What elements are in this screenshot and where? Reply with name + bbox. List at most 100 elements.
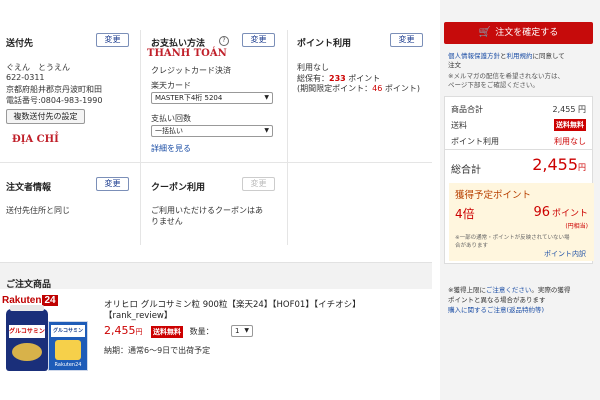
product-name-line2[interactable]: 【rank_review】 [104, 309, 172, 321]
chevron-down-icon: ▼ [244, 327, 249, 334]
card-select[interactable]: MASTER下4桁 5204 ▼ [151, 92, 273, 104]
coupon-change-button[interactable]: 変更 [242, 177, 275, 191]
points-limited: (期間限定ポイント：46 ポイント) [297, 83, 420, 94]
product-section-header: ご注文商品 [0, 262, 432, 290]
points-title: ポイント利用 [297, 39, 352, 49]
bottle-label: グルコサミン [9, 325, 45, 338]
chevron-down-icon: ▼ [264, 94, 269, 101]
box-brand: Rakuten24 [54, 362, 82, 368]
terms-link[interactable]: 利用規約 [507, 52, 533, 60]
free-shipping-badge: 送料無料 [151, 326, 184, 338]
product-price: 2,455 [104, 324, 136, 337]
installment-select-value: 一括払い [155, 127, 183, 135]
points-limited-unit: ポイント) [382, 84, 420, 93]
order-main-panel: 送付先 変更 ぐえん とうえん 622-0311 京都府船井郡京丹波町和田 電話… [0, 0, 432, 400]
confirm-order-button[interactable]: 🛒 注文を確定する [444, 22, 593, 44]
earn-points-value: 96 [533, 205, 550, 220]
total-label: 総合計 [451, 165, 481, 176]
consent-rest: に同意して [532, 52, 565, 60]
confirm-order-label: 注文を確定する [495, 28, 559, 38]
help-icon[interactable]: ? [219, 36, 229, 46]
earn-title: 獲得予定ポイント [455, 190, 532, 201]
column-divider [287, 30, 288, 245]
shipping-address: 京都府船井郡京丹波町和田 [6, 85, 102, 94]
earn-points-sub: (円相当) [565, 223, 588, 230]
multi-address-button[interactable]: 複数送付先の設定 [6, 109, 85, 124]
point-use-label: ポイント利用 [451, 137, 499, 146]
product-image[interactable]: Rakuten 24 グルコサミン グルコサミン Rakuten24 [2, 295, 90, 373]
payment-annotation: THANH TOÁN [147, 48, 227, 59]
earn-points: 96 ポイント [533, 205, 588, 220]
shipping-phone: 電話番号:0804-983-1990 [6, 96, 103, 105]
points-limited-label: (期間限定ポイント： [297, 84, 373, 93]
points-owned-label: 総保有： [297, 74, 329, 83]
bottle-cap [10, 305, 44, 311]
summary-divider [445, 149, 592, 150]
shipping-fee-value: 送料無料 [554, 119, 586, 131]
supplement-box: グルコサミン Rakuten24 [48, 321, 88, 371]
earn-note-line2: 合があります [455, 243, 489, 249]
box-label: グルコサミン [51, 325, 85, 337]
earn-note-line1: ※一部の通常・ポイントが反映されていない場 [455, 235, 570, 241]
consent-line1: 個人情報保護方針と利用規約に同意して [448, 50, 565, 60]
total-value: 2,455円 [532, 155, 586, 174]
coupon-text-line2: りません [151, 217, 183, 226]
footer-note-suffix: 。実際の獲得 [531, 286, 571, 294]
supplement-bottle: グルコサミン [6, 305, 48, 371]
quantity-select-value: 1 [235, 327, 240, 335]
points-limited-value: 46 [372, 84, 383, 93]
product-price-row: 2,455円 送料無料 数量： [104, 324, 214, 338]
rakuten-logo-number: 24 [42, 295, 58, 306]
earn-multiplier: 4倍 [455, 207, 475, 221]
quantity-label: 数量： [189, 327, 214, 336]
shipping-free-badge: 送料無料 [554, 119, 586, 131]
payment-details-link[interactable]: 詳細を見る [151, 143, 191, 154]
installment-select[interactable]: 一括払い ▼ [151, 125, 273, 137]
payment-method: クレジットカード決済 [151, 66, 231, 75]
points-owned-unit: ポイント [345, 74, 381, 83]
orderer-change-button[interactable]: 変更 [96, 177, 129, 191]
column-divider [140, 30, 141, 245]
subtotal-label: 商品合計 [451, 105, 483, 114]
shipping-change-button[interactable]: 変更 [96, 33, 129, 47]
coupon-text-line1: ご利用いただけるクーポンはあ [151, 206, 263, 215]
point-detail-link[interactable]: ポイント内訳 [544, 249, 586, 259]
row-divider [0, 162, 432, 163]
chevron-down-icon: ▼ [264, 127, 269, 134]
quantity-select[interactable]: 1 ▼ [231, 325, 253, 337]
payment-change-button[interactable]: 変更 [242, 33, 275, 47]
price-summary: 商品合計 2,455 円 送料 送料無料 ポイント利用 利用なし 総合計 2,4… [444, 96, 594, 264]
card-label: 楽天カード [151, 81, 191, 90]
orderer-value: 送付先住所と同じ [6, 206, 70, 215]
shipping-title: 送付先 [6, 39, 34, 49]
footer-note-line2: ポイントと異なる場合があります [448, 296, 546, 304]
footer-note-line1: ※獲得上限にご注意ください。実際の獲得 [448, 284, 570, 294]
shipping-fee-label: 送料 [451, 121, 467, 130]
limit-notice-link[interactable]: ご注意ください [486, 286, 532, 294]
footer-note-prefix: ※獲得上限に [448, 286, 486, 294]
card-select-value: MASTER下4桁 5204 [155, 94, 223, 102]
point-use-value: 利用なし [554, 137, 586, 146]
total-unit: 円 [578, 163, 586, 172]
earn-points-unit: ポイント [551, 209, 588, 219]
purchase-notice-link[interactable]: 購入に関するご注意(返品特約等) [448, 304, 544, 314]
product-section-title: ご注文商品 [6, 280, 52, 290]
cart-icon: 🛒 [478, 27, 492, 38]
points-none: 利用なし [297, 63, 329, 72]
subtotal-value: 2,455 円 [552, 105, 586, 114]
shipping-name: ぐえん とうえん [6, 63, 70, 72]
shipping-annotation: ĐỊA CHỈ [12, 134, 59, 145]
coupon-title: クーポン利用 [151, 183, 206, 193]
product-delivery: 納期：通常6～9日で出荷予定 [104, 346, 211, 355]
mail-note-line2: ページ下部をご確認ください。 [448, 81, 539, 89]
order-summary-sidebar: 🛒 注文を確定する 個人情報保護方針と利用規約に同意して 注文 ※メルマガの配信を… [440, 0, 600, 400]
shipping-zip: 622-0311 [6, 73, 45, 82]
product-price-unit: 円 [135, 328, 143, 336]
total-amount: 2,455 [532, 155, 578, 174]
consent-line2: 注文 [448, 61, 461, 69]
points-change-button[interactable]: 変更 [390, 33, 423, 47]
installment-label: 支払い回数 [151, 114, 191, 123]
orderer-title: 注文者情報 [6, 183, 52, 193]
points-owned-value: 233 [329, 74, 346, 83]
box-graphic [55, 340, 81, 360]
